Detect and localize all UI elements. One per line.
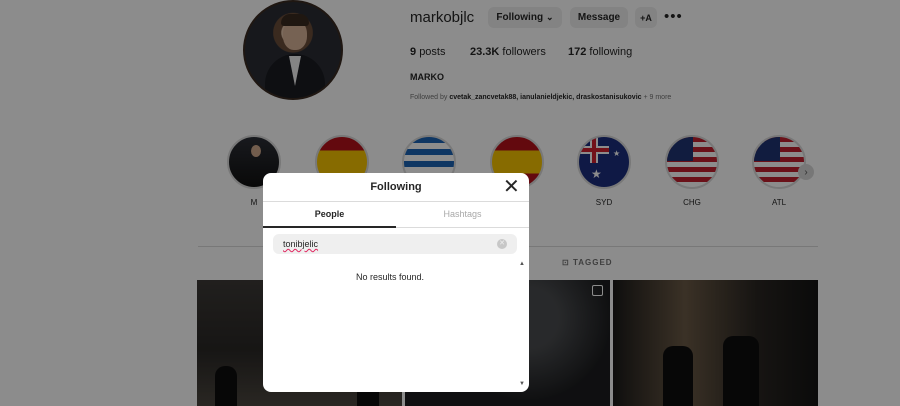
- no-results-message: No results found.: [355, 272, 425, 282]
- scroll-up-arrow-icon[interactable]: ▲: [519, 261, 525, 267]
- close-icon[interactable]: ✕: [503, 176, 520, 198]
- modal-title: Following: [370, 181, 422, 193]
- modal-header-divider: [263, 201, 529, 202]
- following-modal: Following ✕ People Hashtags tonibjelic ✕…: [263, 173, 529, 392]
- scroll-down-arrow-icon[interactable]: ▼: [519, 381, 525, 387]
- tab-hashtags[interactable]: Hashtags: [396, 209, 529, 219]
- tab-people[interactable]: People: [263, 209, 396, 219]
- tab-divider: [396, 227, 529, 228]
- active-tab-indicator: [263, 226, 396, 228]
- modal-scrollbar[interactable]: ▲ ▼: [518, 261, 526, 391]
- clear-search-icon[interactable]: ✕: [497, 239, 507, 249]
- search-input-value: tonibjelic: [283, 239, 319, 249]
- search-input[interactable]: tonibjelic ✕: [273, 234, 517, 254]
